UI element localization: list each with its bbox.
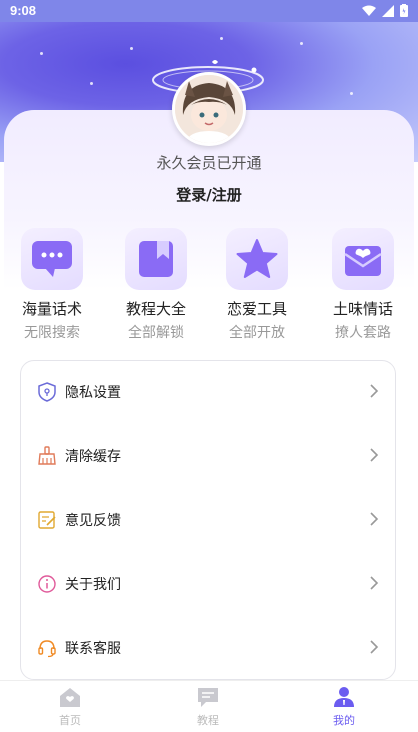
status-time: 9:08	[10, 3, 37, 18]
menu-label: 隐私设置	[65, 385, 121, 401]
chat-bubble-icon	[32, 241, 72, 277]
chevron-right-icon	[370, 448, 379, 462]
user-icon	[334, 687, 354, 707]
wifi-icon	[362, 5, 376, 16]
feature-love-tools[interactable]: 恋爱工具 全部开放	[207, 228, 307, 342]
chevron-right-icon	[370, 640, 379, 654]
headset-icon	[38, 640, 56, 658]
bottom-tab-bar: 首页 教程 我的	[0, 680, 418, 732]
broom-icon	[38, 446, 56, 465]
feature-subtitle: 无限搜索	[24, 325, 80, 341]
login-register-link[interactable]: 登录/注册	[0, 184, 418, 205]
tab-tutorials[interactable]: 教程	[168, 685, 248, 728]
feature-cheesy-lines[interactable]: 土味情话 撩人套路	[313, 228, 413, 342]
bookmark-book-icon	[139, 241, 173, 277]
tab-mine[interactable]: 我的	[304, 685, 384, 728]
menu-item-clear-cache[interactable]: 清除缓存	[21, 425, 395, 489]
feature-subtitle: 撩人套路	[335, 325, 391, 341]
feature-title: 海量话术	[21, 300, 82, 318]
chevron-right-icon	[370, 576, 379, 590]
settings-menu: 隐私设置 清除缓存 意见反馈 关于我们 联系客服	[20, 360, 396, 680]
feature-tutorials[interactable]: 教程大全 全部解锁	[106, 228, 206, 342]
feedback-icon	[38, 511, 56, 529]
avatar-illustration	[175, 75, 243, 143]
tab-home[interactable]: 首页	[30, 685, 110, 728]
feature-scripts[interactable]: 海量话术 无限搜索	[2, 228, 102, 342]
tab-label: 教程	[197, 714, 219, 727]
status-icons	[362, 4, 408, 17]
tab-label: 我的	[333, 714, 355, 727]
star-icon	[236, 239, 278, 278]
feature-title: 教程大全	[125, 300, 186, 318]
menu-label: 联系客服	[65, 641, 121, 657]
info-icon	[38, 575, 56, 593]
heart-envelope-icon	[344, 246, 382, 276]
menu-item-customer-service[interactable]: 联系客服	[21, 617, 395, 681]
menu-item-privacy[interactable]: 隐私设置	[21, 361, 395, 425]
vip-status-text: 永久会员已开通	[156, 154, 262, 172]
home-icon	[60, 688, 80, 707]
menu-item-feedback[interactable]: 意见反馈	[21, 489, 395, 553]
signal-icon	[382, 4, 394, 17]
battery-icon	[400, 4, 408, 17]
feature-title: 恋爱工具	[226, 300, 287, 318]
feature-grid: 海量话术 无限搜索 教程大全 全部解锁 恋爱工具 全部开放 土味情话 撩人套路	[0, 228, 418, 348]
avatar[interactable]	[172, 72, 246, 146]
menu-label: 关于我们	[65, 577, 121, 593]
feature-title: 土味情话	[332, 300, 393, 318]
status-bar: 9:08	[0, 0, 418, 22]
chevron-right-icon	[370, 512, 379, 526]
feature-subtitle: 全部开放	[229, 325, 285, 341]
shield-icon	[38, 382, 56, 402]
feature-subtitle: 全部解锁	[128, 325, 184, 341]
chevron-right-icon	[370, 384, 379, 398]
tab-label: 首页	[59, 714, 81, 727]
message-icon	[198, 688, 218, 707]
menu-item-about[interactable]: 关于我们	[21, 553, 395, 617]
menu-label: 清除缓存	[65, 449, 121, 465]
menu-label: 意见反馈	[65, 513, 121, 529]
